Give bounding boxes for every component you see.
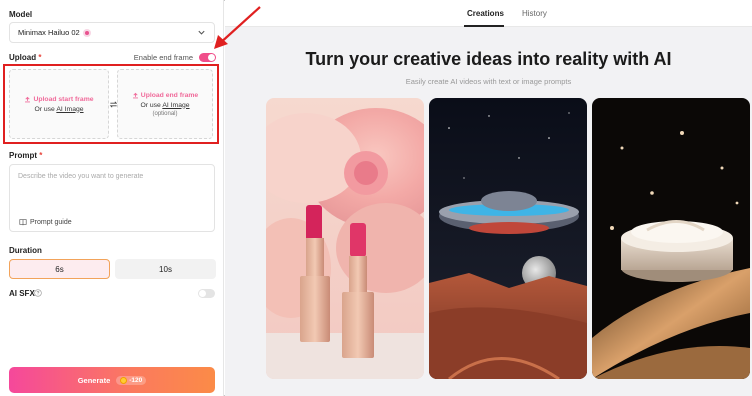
model-selected-value: Minimax Hailuo 02: [18, 28, 80, 37]
upload-start-sub: Or use AI Image: [34, 105, 84, 113]
upload-end-sub: Or use AI Image: [140, 101, 190, 109]
duration-label: Duration: [9, 246, 42, 255]
ai-image-link-start[interactable]: AI Image: [56, 106, 83, 113]
prompt-label: Prompt *: [9, 151, 43, 160]
generate-button[interactable]: Generate -120: [9, 367, 215, 393]
duration-6s-button[interactable]: 6s: [9, 259, 110, 279]
tab-bar: Creations History: [225, 0, 752, 27]
upload-icon: [25, 96, 31, 102]
tab-history[interactable]: History: [522, 9, 547, 18]
coin-icon: [120, 376, 128, 384]
duration-10s-button[interactable]: 10s: [115, 259, 216, 279]
ufo-desert-image: [429, 98, 587, 379]
gallery-card-lipsticks[interactable]: [266, 98, 424, 379]
annotation-arrow-icon: [214, 6, 261, 49]
upload-end-optional: (optional): [152, 110, 178, 117]
active-tab-indicator: [464, 25, 504, 27]
book-icon: [19, 219, 27, 226]
help-icon[interactable]: [34, 289, 42, 297]
cream-jar-image: [592, 98, 750, 379]
model-select[interactable]: Minimax Hailuo 02: [9, 22, 215, 43]
main-area: Creations History Turn your creative ide…: [225, 0, 752, 396]
ai-image-link-end[interactable]: AI Image: [162, 102, 189, 109]
upload-label: Upload *: [9, 53, 42, 62]
chevron-down-icon: [198, 30, 205, 35]
ai-sfx-label: AI SFX: [9, 289, 35, 298]
upload-area: Upload start frame Or use AI Image Uploa…: [3, 64, 219, 144]
prompt-placeholder: Describe the video you want to generate: [18, 173, 144, 180]
upload-end-title: Upload end frame: [132, 92, 198, 99]
model-label: Model: [9, 10, 33, 19]
model-badge-icon: [82, 28, 91, 37]
tab-creations[interactable]: Creations: [467, 9, 504, 18]
ai-sfx-toggle[interactable]: [198, 289, 215, 298]
credit-badge: -120: [116, 375, 147, 385]
gallery-card-cream[interactable]: [592, 98, 750, 379]
upload-start-frame[interactable]: Upload start frame Or use AI Image: [9, 69, 109, 139]
upload-end-frame[interactable]: Upload end frame Or use AI Image (option…: [117, 69, 213, 139]
gallery-card-ufo[interactable]: [429, 98, 587, 379]
upload-start-title: Upload start frame: [24, 96, 94, 103]
prompt-textarea[interactable]: Describe the video you want to generate …: [9, 164, 215, 232]
upload-icon: [132, 92, 138, 98]
hero-subtitle: Easily create AI videos with text or ima…: [405, 77, 572, 86]
end-frame-toggle[interactable]: [199, 53, 216, 62]
prompt-guide-button[interactable]: Prompt guide: [19, 218, 72, 226]
lipsticks-image: [266, 98, 424, 379]
hero-title: Turn your creative ideas into reality wi…: [305, 49, 672, 69]
end-frame-toggle-label: Enable end frame: [133, 53, 193, 62]
settings-panel: Model Minimax Hailuo 02 Upload * Enable …: [0, 0, 224, 396]
